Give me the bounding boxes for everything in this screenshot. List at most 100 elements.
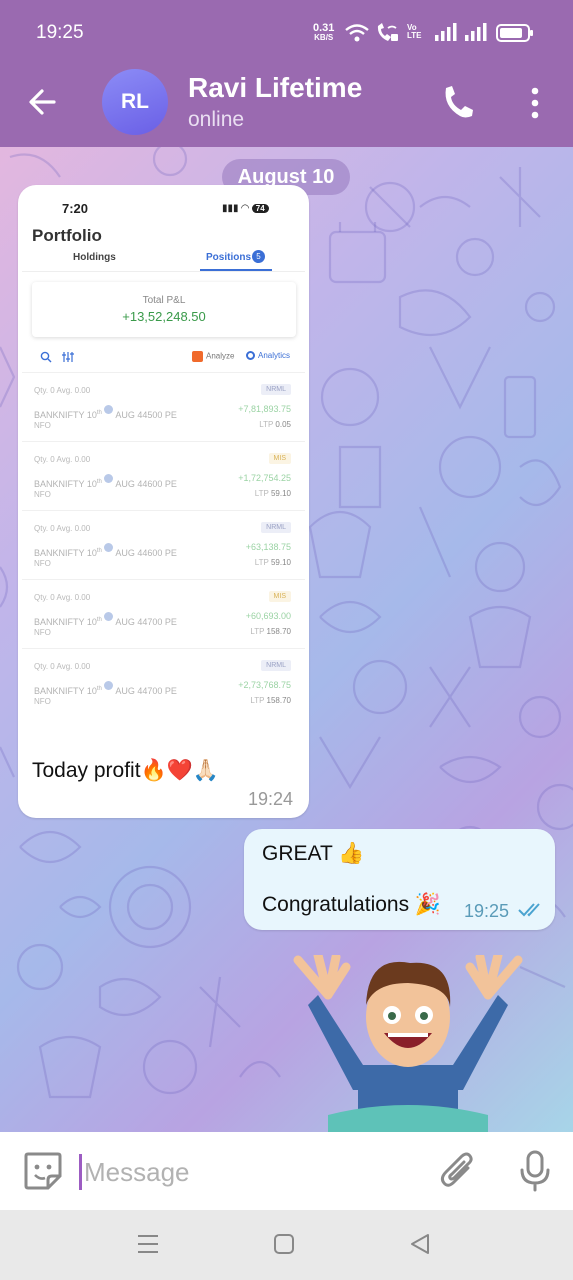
screenshot-analytics-label: Analytics [258,351,291,360]
position-qty: Qty. 0 Avg. 0.00 [34,524,91,533]
more-menu-icon[interactable] [522,84,548,122]
status-bar: 19:25 0.31 KB/S Vo LTE [0,0,573,64]
position-ltp-label: LTP [254,558,269,567]
message-input[interactable] [84,1154,424,1190]
position-expiry: AUG 44600 PE [115,479,177,489]
screenshot-wifi-icon: ◠ [241,203,249,214]
info-icon [104,543,114,552]
text-caret [79,1154,82,1190]
signal-icon [435,23,457,41]
portfolio-screenshot-image[interactable]: 7:20 ▮▮▮ ◠ 74 Portfolio Holdings Positio… [22,189,305,741]
screenshot-position-row: Qty. 0 Avg. 0.00 NRML BANKNIFTY 10th AUG… [22,510,305,579]
network-speed: 0.31 KB/S [313,23,334,43]
position-ltp-label: LTP [254,489,269,498]
screenshot-tab-positions: Positions [206,252,252,263]
position-pnl: +63,138.75 [245,542,291,552]
network-speed-value: 0.31 [313,22,335,34]
screenshot-total-pnl-value: +13,52,248.50 [122,309,206,324]
cheering-sticker[interactable] [288,955,528,1132]
screenshot-status-time: 7:20 [62,201,89,216]
position-product-tag: NRML [261,660,291,671]
recents-menu-icon[interactable] [136,1232,160,1256]
position-symbol-name: BANKNIFTY 10 [34,686,97,696]
screenshot-status-icons: ▮▮▮ ◠ 74 [222,203,269,214]
position-expiry: AUG 44700 PE [115,617,177,627]
position-ltp-value: 158.70 [266,627,291,636]
incoming-message-text: Today profit🔥❤️🙏🏻 [32,759,220,782]
position-exchange: NFO [34,628,51,637]
position-ltp-label: LTP [250,627,265,636]
outgoing-message-line-2: Congratulations 🎉 [262,893,442,916]
wifi-icon [345,24,369,42]
avatar[interactable]: RL [102,69,168,135]
screenshot-total-pnl-label: Total P&L [142,295,186,306]
position-symbol: BANKNIFTY 10th AUG 44600 PE [34,543,177,558]
info-icon [104,612,114,621]
position-expiry: AUG 44600 PE [115,548,177,558]
chat-title[interactable]: Ravi Lifetime [188,72,362,104]
screenshot-toolbar: Analyze Analytics [22,347,305,369]
position-ltp: LTP 0.05 [259,420,291,429]
position-symbol: BANKNIFTY 10th AUG 44700 PE [34,681,177,696]
position-exchange: NFO [34,559,51,568]
screenshot-positions-list: Qty. 0 Avg. 0.00 NRML BANKNIFTY 10th AUG… [22,372,305,717]
screenshot-signal-icon: ▮▮▮ [222,203,239,214]
chat-area[interactable]: August 10 7:20 ▮▮▮ ◠ 74 Portfolio Holdin… [0,147,573,1132]
volte-indicator: Vo LTE [407,23,422,40]
signal-icon-2 [465,23,487,41]
home-square-icon[interactable] [272,1232,296,1256]
position-expiry: AUG 44500 PE [115,410,177,420]
attachment-paperclip-icon[interactable] [440,1150,476,1192]
screenshot-tab-divider [22,271,305,272]
position-symbol-suffix: th [96,686,102,692]
position-symbol: BANKNIFTY 10th AUG 44600 PE [34,474,177,489]
position-ltp: LTP 158.70 [250,627,291,636]
screenshot-page-title: Portfolio [32,226,102,245]
phone-call-icon[interactable] [440,84,478,122]
position-ltp-value: 59.10 [270,558,291,567]
microphone-icon[interactable] [518,1150,552,1192]
outgoing-message-bubble[interactable]: GREAT 👍 Congratulations 🎉 19:25 [244,829,555,930]
network-speed-unit: KB/S [314,33,334,42]
position-qty: Qty. 0 Avg. 0.00 [34,593,91,602]
position-symbol: BANKNIFTY 10th AUG 44500 PE [34,405,177,420]
position-ltp-label: LTP [250,696,265,705]
screenshot-analyze-icon [192,351,203,362]
position-product-tag: MIS [268,453,291,464]
incoming-message-time: 19:24 [247,789,293,809]
top-bar: 19:25 0.31 KB/S Vo LTE RL Ravi Lifetime [0,0,573,147]
position-ltp: LTP 59.10 [255,489,291,498]
wifi-calling-icon [377,23,398,41]
message-input-bar [0,1132,573,1210]
screenshot-total-pnl-card: Total P&L +13,52,248.50 [32,282,296,337]
position-exchange: NFO [34,697,51,706]
screenshot-position-row: Qty. 0 Avg. 0.00 NRML BANKNIFTY 10th AUG… [22,648,305,717]
incoming-message-bubble[interactable]: 7:20 ▮▮▮ ◠ 74 Portfolio Holdings Positio… [18,185,309,818]
screenshot-analytics-icon [246,351,255,361]
position-ltp-value: 0.05 [275,420,291,429]
position-expiry: AUG 44700 PE [115,686,177,696]
position-symbol-name: BANKNIFTY 10 [34,479,97,489]
back-triangle-icon[interactable] [408,1232,432,1256]
screenshot-analyze-label: Analyze [206,351,235,361]
position-ltp-label: LTP [259,420,274,429]
position-symbol-name: BANKNIFTY 10 [34,410,97,420]
system-navigation-bar [0,1210,573,1280]
screenshot-battery-badge: 74 [251,204,269,213]
position-ltp-value: 158.70 [266,696,291,705]
chat-status: online [188,108,245,131]
position-symbol-name: BANKNIFTY 10 [34,617,97,627]
position-symbol-suffix: th [96,548,102,554]
sticker-emoji-icon[interactable] [22,1150,64,1192]
info-icon [104,405,114,414]
position-product-tag: MIS [268,591,291,602]
position-symbol-suffix: th [96,617,102,623]
back-arrow-icon[interactable] [24,84,64,120]
screenshot-analyze: Analyze [192,351,234,362]
position-symbol: BANKNIFTY 10th AUG 44700 PE [34,612,177,627]
position-qty: Qty. 0 Avg. 0.00 [34,455,91,464]
screenshot-tab-holdings: Holdings [73,252,116,263]
position-pnl: +1,72,754.25 [238,473,291,483]
double-check-icon [518,903,540,917]
position-qty: Qty. 0 Avg. 0.00 [34,662,91,671]
